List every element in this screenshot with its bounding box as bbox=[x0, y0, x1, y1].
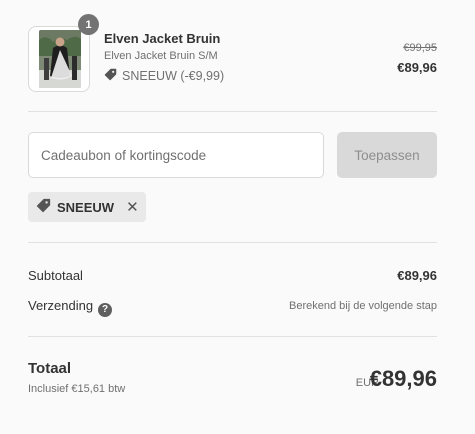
tag-icon bbox=[104, 68, 117, 84]
product-discount-label: SNEEUW (-€9,99) bbox=[122, 69, 225, 83]
shipping-row-label: Verzending? bbox=[28, 298, 113, 317]
original-price: €99,95 bbox=[403, 42, 437, 54]
shipping-label: Verzending bbox=[28, 298, 94, 313]
product-variant: Elven Jacket Bruin S/M bbox=[104, 50, 218, 62]
shipping-value: Berekend bij de volgende stap bbox=[289, 300, 437, 312]
apply-button[interactable]: Toepassen bbox=[337, 132, 437, 178]
subtotal-label: Subtotaal bbox=[28, 268, 83, 283]
product-thumbnail bbox=[28, 26, 90, 92]
divider bbox=[28, 336, 437, 337]
total-label: Totaal bbox=[28, 360, 72, 377]
tax-note: Inclusief €15,61 btw bbox=[28, 383, 126, 395]
discount-code-input[interactable] bbox=[28, 132, 324, 178]
applied-code: SNEEUW bbox=[57, 199, 115, 215]
divider bbox=[28, 111, 437, 112]
product-name: Elven Jacket Bruin bbox=[104, 31, 221, 46]
close-icon[interactable]: ✕ bbox=[126, 198, 139, 216]
subtotal-value: €89,96 bbox=[397, 268, 437, 283]
total-value: €89,96 bbox=[369, 366, 437, 391]
quantity-badge: 1 bbox=[78, 14, 99, 35]
applied-discount-chip: SNEEUW ✕ bbox=[28, 192, 146, 222]
product-image bbox=[39, 30, 81, 88]
divider bbox=[28, 242, 437, 243]
tag-icon bbox=[36, 198, 51, 216]
discounted-price: €89,96 bbox=[397, 60, 437, 75]
question-circle-icon[interactable]: ? bbox=[98, 302, 113, 317]
product-discount: SNEEUW (-€9,99) bbox=[104, 68, 224, 84]
